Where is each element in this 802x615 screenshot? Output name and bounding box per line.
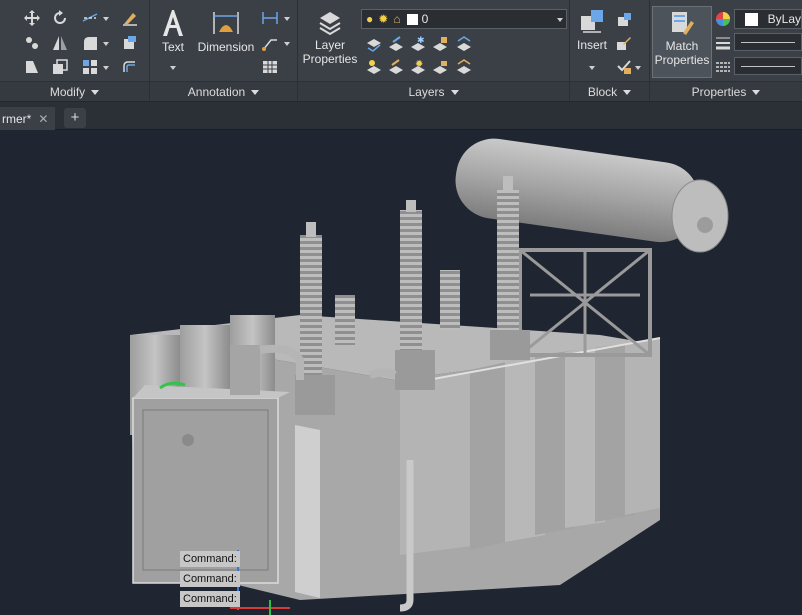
layer-make-current-icon[interactable] [454, 34, 474, 54]
svg-text:✹: ✹ [415, 59, 423, 70]
mirror-icon[interactable] [50, 33, 70, 53]
block-attribute-dropdown-icon[interactable] [635, 66, 641, 70]
document-tab[interactable]: rmer* ✕ [0, 107, 55, 130]
properties-caret-icon [752, 90, 761, 96]
layer-freeze-icon[interactable]: ✱ [408, 34, 428, 54]
layers-panel-title[interactable]: Layers [298, 81, 569, 101]
insert-button[interactable]: Insert [572, 8, 612, 52]
bylayer-label: ByLay [767, 12, 801, 26]
drawing-viewport[interactable]: Command: Command: Command: [0, 130, 802, 615]
lightbulb-icon: ● [366, 12, 374, 26]
command-line-3[interactable]: Command: [180, 591, 240, 607]
block-panel-title[interactable]: Block [570, 81, 649, 101]
edit-block-icon[interactable] [614, 33, 634, 53]
dimension-icon [213, 12, 239, 34]
insert-icon [581, 10, 603, 33]
command-line-1: Command: [180, 551, 240, 567]
svg-text:✱: ✱ [417, 35, 425, 45]
leader-dropdown-icon[interactable] [284, 42, 290, 46]
text-button[interactable]: Text [158, 8, 188, 54]
lineweight-dropdown[interactable] [734, 33, 802, 51]
layer-match-icon[interactable] [454, 57, 474, 77]
command-line-2: Command: [180, 571, 240, 587]
sun-icon: ✹ [378, 12, 389, 26]
layer-off-icon[interactable] [364, 34, 384, 54]
leader-icon[interactable] [260, 33, 280, 53]
fillet-dropdown-icon[interactable] [103, 42, 109, 46]
layer-properties-icon [319, 12, 341, 36]
scale-icon[interactable] [50, 57, 70, 77]
match-properties-button[interactable]: Match Properties [652, 6, 712, 78]
block-caret-icon [623, 90, 632, 96]
stretch-icon[interactable] [22, 57, 42, 77]
explode-icon[interactable] [120, 33, 140, 53]
rotate-icon[interactable] [50, 8, 70, 28]
color-dropdown[interactable]: ByLay [734, 9, 802, 29]
unlock-icon: ⌂ [393, 12, 401, 26]
modify-panel-title[interactable]: Modify [0, 81, 149, 101]
dimension-button[interactable]: Dimension [196, 8, 256, 54]
text-icon [163, 10, 183, 36]
layer-on-icon[interactable] [364, 57, 384, 77]
erase-icon[interactable] [120, 8, 140, 28]
layer-name: 0 [421, 12, 429, 26]
properties-panel-title[interactable]: Properties [650, 81, 802, 101]
document-tab-bar: rmer* ✕ + [0, 102, 802, 130]
bylayer-color-swatch [745, 12, 758, 26]
trim-icon[interactable] [80, 8, 100, 28]
layers-caret-icon [450, 90, 459, 96]
document-tab-label: rmer* [2, 111, 32, 126]
annotation-panel-title[interactable]: Annotation [150, 81, 297, 101]
transformer-model [130, 138, 729, 615]
offset-icon[interactable] [120, 57, 140, 77]
new-tab-button[interactable]: + [64, 108, 86, 128]
layer-color-swatch [406, 13, 418, 25]
block-panel: Insert Block [570, 0, 650, 101]
lineweight-icon[interactable] [713, 33, 733, 53]
fillet-icon[interactable] [80, 33, 100, 53]
close-tab-icon[interactable]: ✕ [38, 112, 48, 126]
match-properties-icon [672, 12, 694, 35]
trim-dropdown-icon[interactable] [103, 17, 109, 21]
layer-isolate-icon[interactable] [386, 34, 406, 54]
table-icon[interactable] [260, 57, 280, 77]
modify-panel: Modify [0, 0, 150, 101]
insert-dropdown-icon[interactable] [589, 66, 595, 70]
array-icon[interactable] [80, 57, 100, 77]
layer-unisolate-icon[interactable] [386, 57, 406, 77]
layer-properties-button[interactable]: Layer Properties [300, 8, 360, 66]
move-icon[interactable] [22, 8, 42, 28]
annotation-caret-icon [251, 90, 260, 96]
layer-lock-icon[interactable] [430, 34, 450, 54]
array-dropdown-icon[interactable] [103, 66, 109, 70]
annotation-panel: Text Dimension Annotation [150, 0, 298, 101]
create-block-icon[interactable] [614, 10, 634, 30]
block-attribute-icon[interactable] [614, 57, 634, 77]
linetype-icon[interactable] [713, 57, 733, 77]
linear-dropdown-icon[interactable] [284, 17, 290, 21]
layer-dropdown[interactable]: ● ✹ ⌂ 0 [361, 9, 567, 29]
layer-combo-dropdown-icon [557, 18, 563, 22]
color-wheel-icon[interactable] [713, 9, 733, 29]
linear-dimension-icon[interactable] [260, 8, 280, 28]
ribbon: Modify Text Dimension Annotation Layer P [0, 0, 802, 101]
modify-caret-icon [91, 90, 100, 96]
layer-thaw-icon[interactable]: ✹ [408, 57, 428, 77]
text-dropdown-icon[interactable] [170, 66, 176, 70]
linetype-dropdown[interactable] [734, 57, 802, 75]
copy-icon[interactable] [22, 33, 42, 53]
layer-unlock-icon[interactable] [430, 57, 450, 77]
